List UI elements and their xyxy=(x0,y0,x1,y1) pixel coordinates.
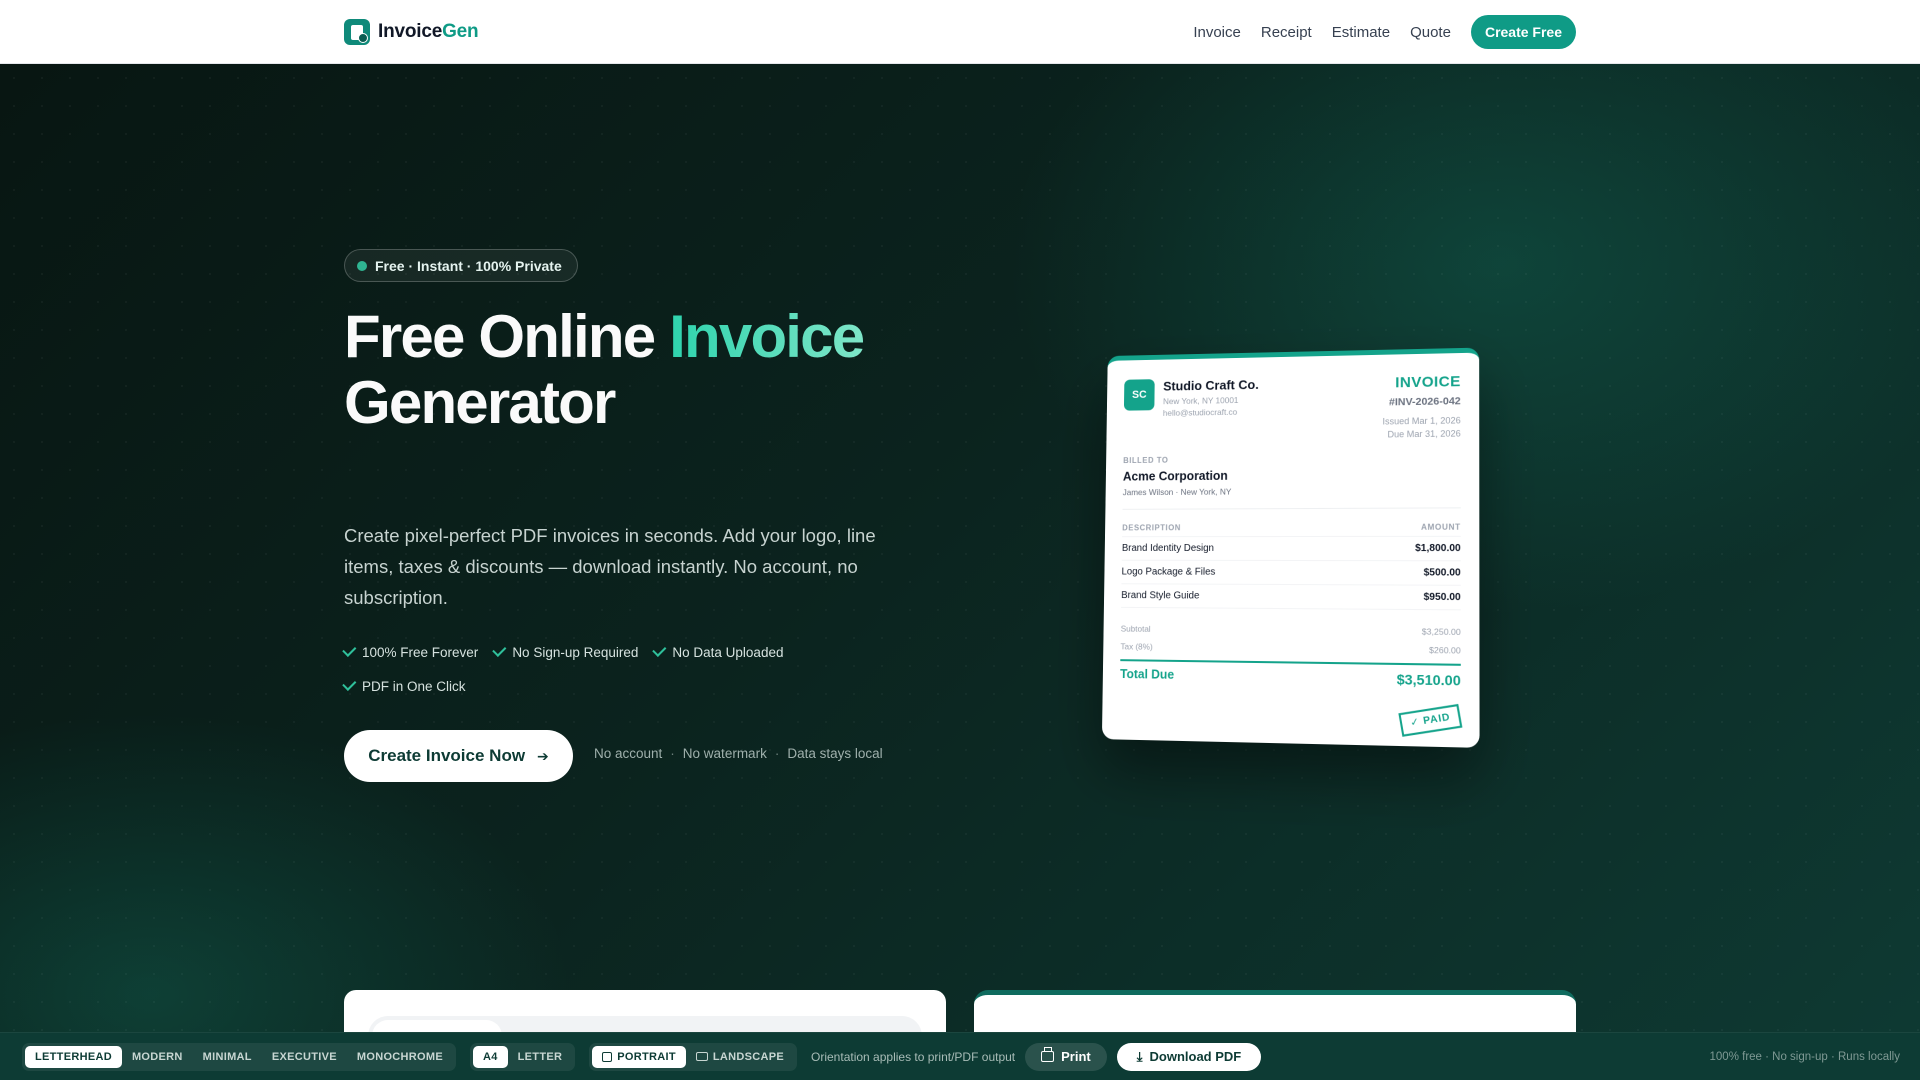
table-row: Logo Package & Files $500.00 xyxy=(1121,560,1461,586)
download-icon: ⤓ xyxy=(1136,1048,1143,1064)
download-pdf-button[interactable]: ⤓ Download PDF xyxy=(1116,1042,1262,1071)
orientation-portrait[interactable]: PORTRAIT xyxy=(592,1045,686,1068)
theme-selector: LETTERHEAD MODERN MINIMAL EXECUTIVE MONO… xyxy=(22,1042,456,1071)
print-button[interactable]: Print xyxy=(1025,1042,1107,1071)
hero-subtitle: Create pixel-perfect PDF invoices in sec… xyxy=(344,525,876,608)
page-size-selector: A4 LETTER xyxy=(469,1042,576,1071)
hero-section xyxy=(0,64,1920,1080)
cta-notes: No account · No watermark · Data stays loc… xyxy=(594,746,883,761)
check-icon xyxy=(342,676,357,691)
landscape-icon xyxy=(695,1052,708,1061)
nav-link-invoice[interactable]: Invoice xyxy=(1193,24,1241,41)
check-icon xyxy=(652,642,667,657)
hero-badge: Free · Instant · 100% Private xyxy=(344,249,578,282)
check-icon xyxy=(342,642,357,657)
size-a4[interactable]: A4 xyxy=(472,1045,508,1068)
status-dot-icon xyxy=(357,260,367,271)
company-name: Studio Craft Co. xyxy=(1163,377,1259,394)
hero-title: Free Online Invoice Generator xyxy=(344,303,865,436)
orientation-note: Orientation applies to print/PDF output xyxy=(811,1049,1016,1064)
portrait-icon xyxy=(602,1051,613,1062)
check-icon xyxy=(492,642,507,657)
hero-badge-text: Free · Instant · 100% Private xyxy=(375,257,562,274)
top-navbar: InvoiceGen Invoice Receipt Estimate Quot… xyxy=(0,0,1920,64)
bottom-toolbar: LETTERHEAD MODERN MINIMAL EXECUTIVE MONO… xyxy=(0,1032,1920,1080)
size-letter[interactable]: LETTER xyxy=(508,1046,573,1068)
line-items-table: DESCRIPTION AMOUNT Brand Identity Design $… xyxy=(1121,507,1461,611)
client-name: Acme Corporation xyxy=(1122,468,1228,484)
theme-letterhead[interactable]: LETTERHEAD xyxy=(25,1045,122,1068)
theme-executive[interactable]: EXECUTIVE xyxy=(262,1046,347,1068)
create-invoice-button[interactable]: Create Invoice Now ➔ xyxy=(344,730,573,782)
orientation-landscape[interactable]: LANDSCAPE xyxy=(686,1046,794,1068)
invoice-label: INVOICE xyxy=(1395,373,1461,392)
brand-name: InvoiceGen xyxy=(378,21,479,42)
feature-item: No Sign-up Required xyxy=(492,642,638,662)
arrow-right-icon: ➔ xyxy=(537,747,549,764)
toolbar-note: 100% free · No sign-up · Runs locally xyxy=(1709,1051,1900,1063)
table-row: Brand Identity Design $1,800.00 xyxy=(1121,536,1461,562)
total-due: Total Due $3,510.00 xyxy=(1119,659,1461,689)
feature-item: No Data Uploaded xyxy=(652,642,783,662)
invoice-logo-icon xyxy=(344,19,370,45)
table-row: Brand Style Guide $950.00 xyxy=(1121,584,1461,611)
theme-monochrome[interactable]: MONOCHROME xyxy=(347,1046,453,1068)
brand-link[interactable]: InvoiceGen xyxy=(344,19,479,45)
orientation-selector: PORTRAIT LANDSCAPE xyxy=(589,1042,798,1071)
nav-link-estimate[interactable]: Estimate xyxy=(1332,24,1390,41)
theme-minimal[interactable]: MINIMAL xyxy=(193,1046,262,1068)
nav-link-quote[interactable]: Quote xyxy=(1410,24,1451,41)
create-free-button[interactable]: Create Free xyxy=(1470,15,1576,49)
feature-item: PDF in One Click xyxy=(342,676,904,696)
invoice-number: #INV-2026-042 xyxy=(1388,395,1461,409)
feature-list: 100% Free Forever No Sign-up Required No… xyxy=(342,642,904,696)
feature-item: 100% Free Forever xyxy=(342,642,478,662)
nav-link-receipt[interactable]: Receipt xyxy=(1261,24,1312,41)
theme-modern[interactable]: MODERN xyxy=(122,1046,193,1068)
paid-stamp: ✓ PAID xyxy=(1398,703,1463,737)
invoice-preview-card: SC Studio Craft Co. New York, NY 10001 h… xyxy=(1101,347,1480,748)
printer-icon xyxy=(1041,1047,1055,1062)
company-monogram: SC xyxy=(1123,379,1155,411)
